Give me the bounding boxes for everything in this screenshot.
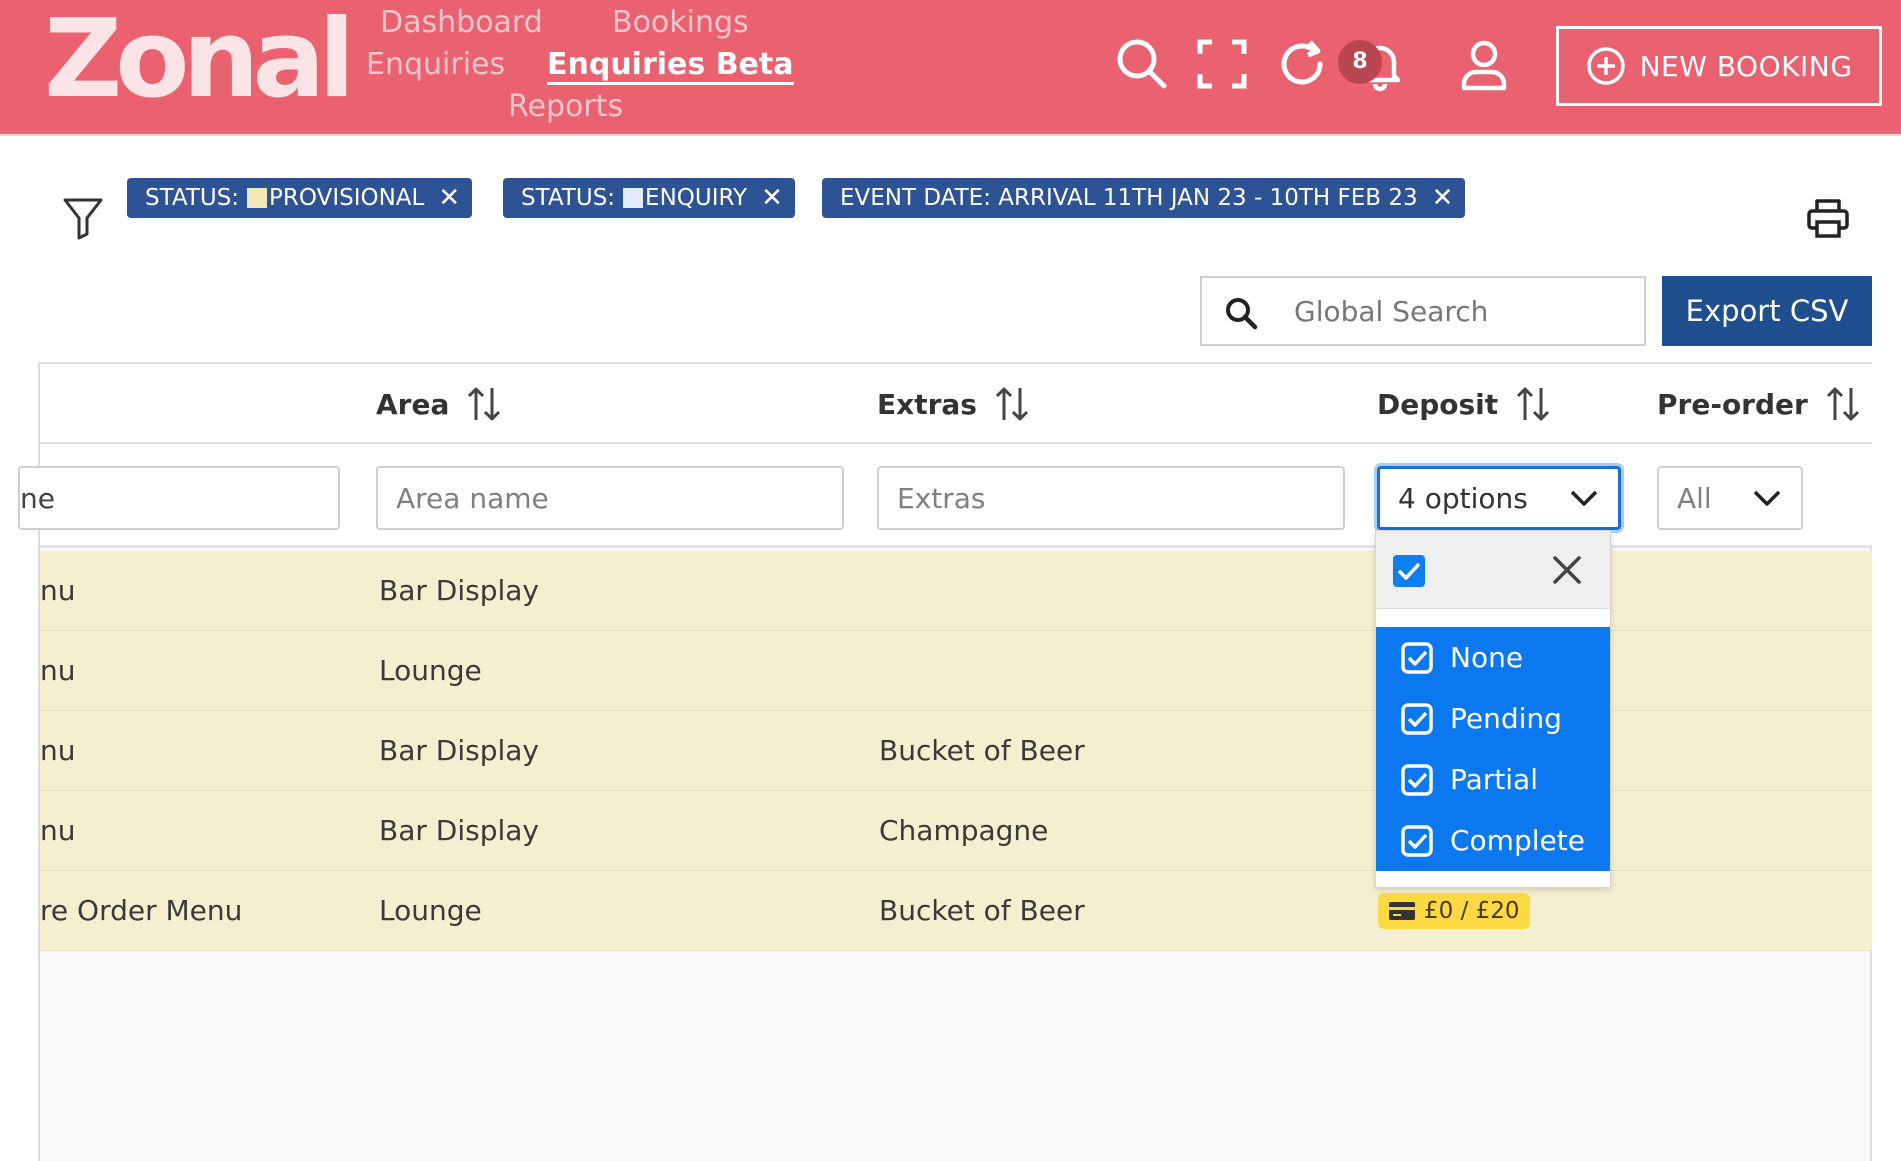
option-complete[interactable]: Complete <box>1376 810 1610 871</box>
nav-bookings[interactable]: Bookings <box>612 6 749 40</box>
area-filter-input[interactable] <box>376 466 844 530</box>
deposit-status-badge: £0 / £20 <box>1378 893 1530 929</box>
nav-reports[interactable]: Reports <box>508 90 623 124</box>
sort-icon[interactable] <box>467 386 501 422</box>
select-all-checkbox[interactable] <box>1393 555 1425 587</box>
checked-box-icon <box>1401 702 1433 735</box>
checked-box-icon <box>1401 824 1433 857</box>
option-partial[interactable]: Partial <box>1376 749 1610 810</box>
app-header: Zonal Dashboard Bookings Enquiries Enqui… <box>0 0 1901 136</box>
dropdown-options-list: None Pending Partial Complete <box>1376 627 1610 871</box>
user-icon[interactable] <box>1456 36 1512 92</box>
plus-circle-icon <box>1586 47 1625 85</box>
column-header-deposit[interactable]: Deposit <box>1377 386 1550 422</box>
nav-enquiries-beta[interactable]: Enquiries Beta <box>547 48 794 85</box>
sort-icon[interactable] <box>1516 386 1550 422</box>
sort-icon[interactable] <box>1826 386 1860 422</box>
chip-label: STATUS: <box>145 185 240 211</box>
credit-card-icon <box>1389 902 1415 920</box>
chevron-down-icon <box>1753 490 1781 506</box>
filter-chip-event-date[interactable]: EVENT DATE: ARRIVAL 11TH JAN 23 - 10TH F… <box>822 178 1466 218</box>
nav-dashboard[interactable]: Dashboard <box>380 6 543 40</box>
filter-icon[interactable] <box>62 196 104 240</box>
dropdown-header <box>1376 531 1610 609</box>
new-booking-button[interactable]: NEW BOOKING <box>1556 26 1882 106</box>
chip-value: ENQUIRY <box>645 185 748 211</box>
refresh-icon[interactable] <box>1274 36 1330 92</box>
global-search <box>1200 276 1646 346</box>
filter-chip-status-provisional[interactable]: STATUS: PROVISIONAL ✕ <box>127 178 473 218</box>
preorder-filter-select[interactable]: All <box>1657 466 1803 530</box>
column-header-extras[interactable]: Extras <box>877 386 1029 422</box>
column-header-area[interactable]: Area <box>376 386 501 422</box>
option-pending[interactable]: Pending <box>1376 688 1610 749</box>
status-swatch <box>623 188 644 208</box>
checkmark-icon <box>1397 562 1421 580</box>
column-header-preorder[interactable]: Pre-order <box>1657 386 1860 422</box>
checked-box-icon <box>1401 763 1433 796</box>
name-filter-input[interactable] <box>18 466 340 530</box>
remove-chip-icon[interactable]: ✕ <box>761 183 783 213</box>
new-booking-label: NEW BOOKING <box>1639 49 1853 83</box>
sort-icon[interactable] <box>995 386 1029 422</box>
remove-chip-icon[interactable]: ✕ <box>1432 183 1454 213</box>
chevron-down-icon <box>1570 490 1598 506</box>
remove-chip-icon[interactable]: ✕ <box>438 183 460 213</box>
search-icon[interactable] <box>1114 36 1170 92</box>
global-search-input[interactable] <box>1294 286 1634 336</box>
chip-label: STATUS: <box>521 185 616 211</box>
close-icon[interactable] <box>1548 551 1586 589</box>
fullscreen-icon[interactable] <box>1194 36 1250 92</box>
notification-badge: 8 <box>1338 40 1382 84</box>
search-icon <box>1226 298 1258 330</box>
chip-value: PROVISIONAL <box>269 185 425 211</box>
deposit-options-dropdown: None Pending Partial Complete <box>1375 530 1611 888</box>
chip-label: EVENT DATE: ARRIVAL 11TH JAN 23 - 10TH F… <box>840 185 1418 211</box>
table-header: Area Extras Deposit Pre-order <box>40 362 1872 444</box>
extras-filter-input[interactable] <box>877 466 1345 530</box>
filter-chip-status-enquiry[interactable]: STATUS: ENQUIRY ✕ <box>503 178 795 218</box>
checked-box-icon <box>1401 641 1433 674</box>
status-swatch <box>247 188 268 208</box>
deposit-filter-select[interactable]: 4 options <box>1377 466 1621 530</box>
export-csv-button[interactable]: Export CSV <box>1662 276 1872 346</box>
print-icon[interactable] <box>1806 196 1850 240</box>
nav-enquiries[interactable]: Enquiries <box>366 48 505 82</box>
option-none[interactable]: None <box>1376 627 1610 688</box>
zonal-logo[interactable]: Zonal <box>44 4 355 116</box>
